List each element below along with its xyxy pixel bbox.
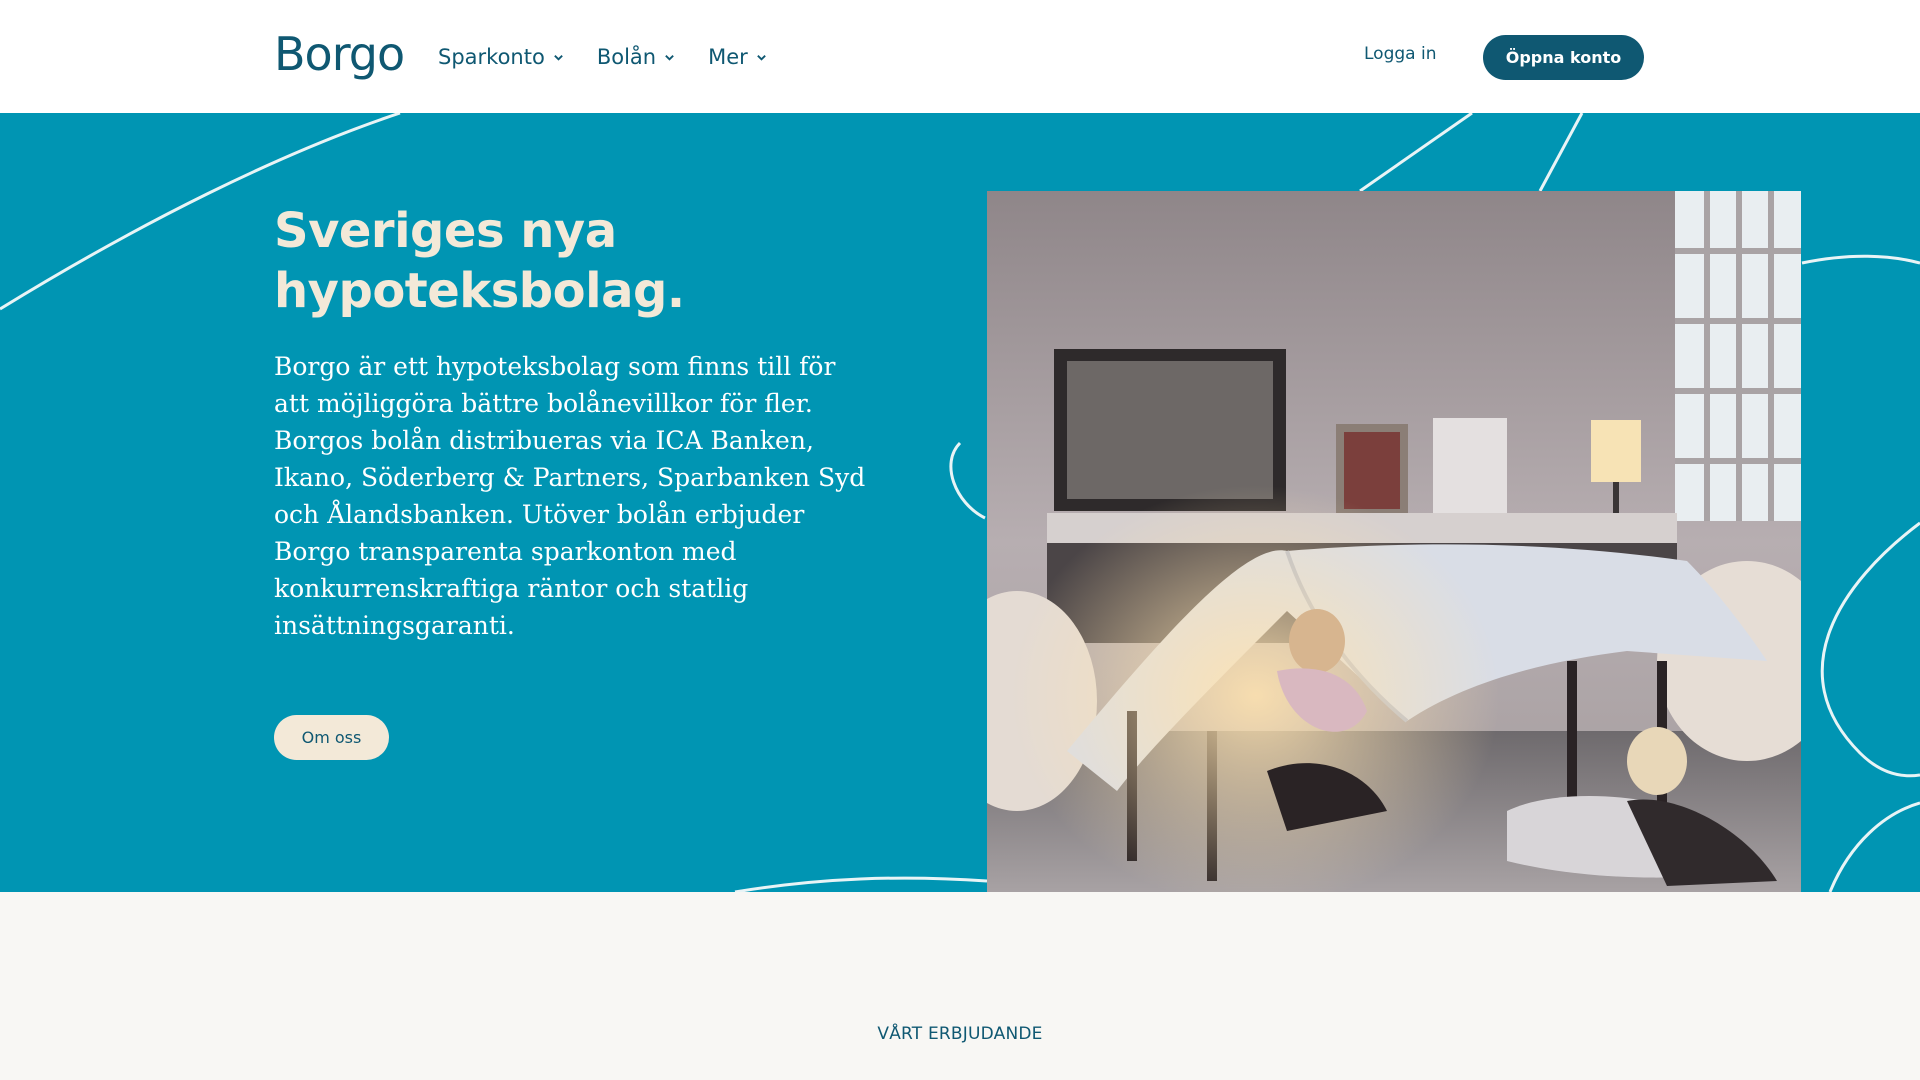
family-blanket-fort-image: [987, 191, 1801, 892]
site-header: Borgo Sparkonto Bolån Mer Logga in Öppna…: [0, 0, 1920, 113]
hero-title: Sveriges nya hypoteksbolag.: [274, 203, 685, 319]
login-link[interactable]: Logga in: [1364, 44, 1436, 64]
nav-label: Mer: [708, 45, 748, 69]
chevron-down-icon: [554, 54, 563, 61]
open-account-button[interactable]: Öppna konto: [1483, 35, 1644, 80]
hero-section: Sveriges nya hypoteksbolag. Borgo är ett…: [0, 113, 1920, 892]
nav-item-bolan[interactable]: Bolån: [597, 40, 675, 74]
chevron-down-icon: [756, 54, 766, 61]
nav-label: Sparkonto: [438, 45, 545, 69]
offer-section-label: VÅRT ERBJUDANDE: [877, 1024, 1043, 1044]
nav-item-sparkonto[interactable]: Sparkonto: [438, 40, 564, 74]
chevron-down-icon: [665, 54, 674, 61]
hero-photo: [987, 191, 1801, 892]
nav-item-mer[interactable]: Mer: [708, 40, 767, 74]
nav-label: Bolån: [596, 45, 657, 69]
main-nav: Sparkonto Bolån Mer: [438, 40, 800, 74]
borgo-logo[interactable]: Borgo: [274, 26, 405, 82]
hero-description: Borgo är ett hypoteksbolag som finns til…: [274, 352, 866, 640]
about-us-button[interactable]: Om oss: [274, 715, 389, 760]
